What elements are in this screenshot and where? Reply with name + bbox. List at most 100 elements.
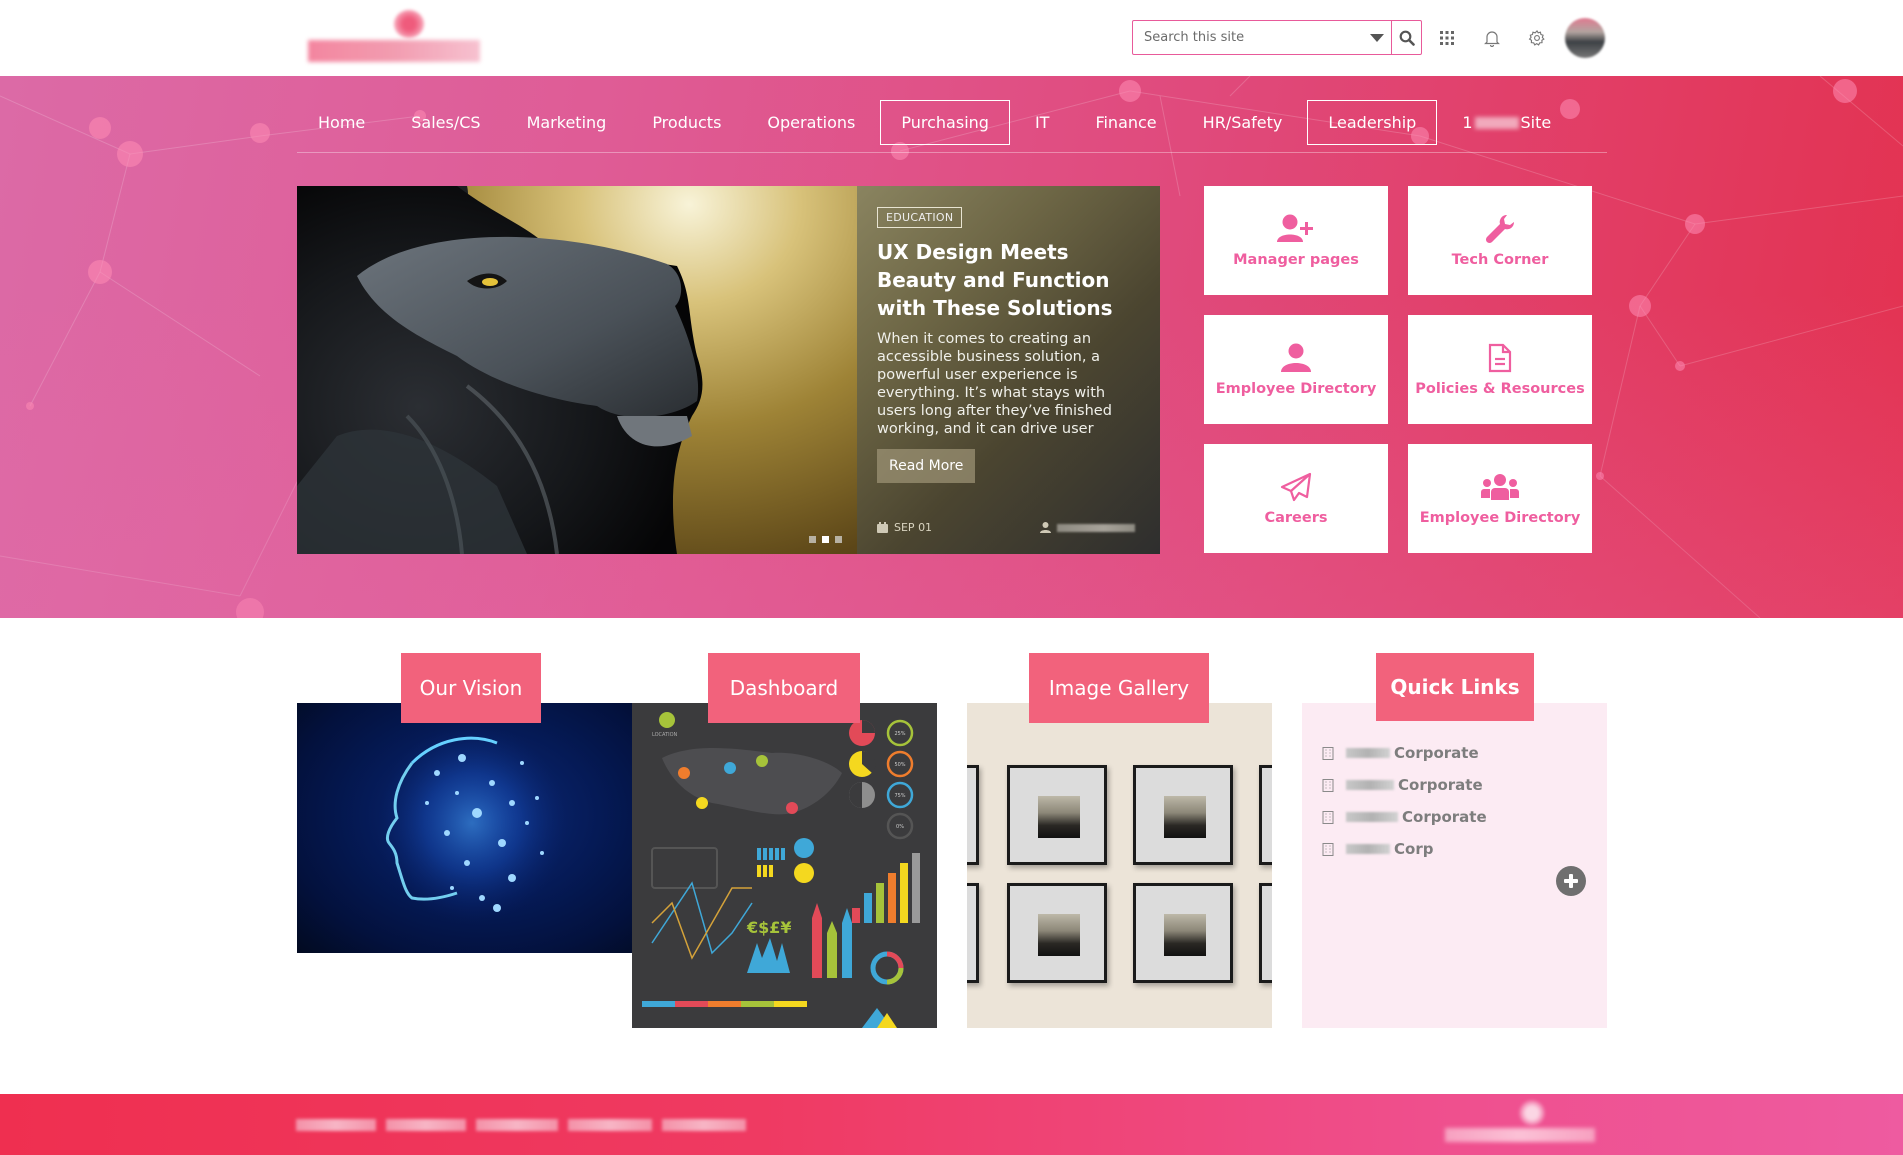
footer-logo-mark (1519, 1100, 1545, 1126)
nav-operations[interactable]: Operations (746, 100, 876, 145)
nav-purchasing[interactable]: Purchasing (880, 99, 1010, 145)
nav-home[interactable]: Home (297, 100, 386, 145)
post-date: SEP 01 (894, 521, 933, 534)
add-quick-link-button[interactable] (1556, 866, 1586, 896)
infographic-illustration: LOCATION 25% 50% 75% 0% €$£¥ (642, 712, 920, 1028)
slide-text-panel: EDUCATION UX Design Meets Beauty and Fun… (857, 186, 1160, 554)
redacted-text (1346, 780, 1394, 790)
logo-wordmark-blurred (308, 40, 480, 62)
tile-employee-directory-2[interactable]: Employee Directory (1408, 444, 1592, 553)
carousel-dot-1[interactable] (809, 536, 816, 543)
tile-label: Careers (1264, 509, 1328, 526)
nav-finance[interactable]: Finance (1074, 100, 1177, 145)
nav-divider (297, 152, 1607, 153)
picture-frame (967, 765, 979, 865)
quick-link-item[interactable]: Corporate (1322, 801, 1487, 833)
quick-link-item[interactable]: Corporate (1322, 769, 1487, 801)
slide-image-lion[interactable] (297, 186, 857, 554)
site-header (0, 0, 1903, 76)
footer-link-redacted[interactable] (476, 1119, 558, 1131)
nav-sales-cs[interactable]: Sales/CS (390, 100, 501, 145)
lion-illustration (297, 186, 703, 554)
nav-products[interactable]: Products (631, 100, 742, 145)
bell-icon (1484, 31, 1500, 47)
redacted-text (1474, 117, 1519, 129)
site-logo[interactable] (308, 10, 480, 64)
picture-frame (967, 883, 979, 983)
plus-icon (1564, 874, 1578, 888)
user-avatar[interactable] (1565, 18, 1605, 58)
building-icon (1322, 746, 1334, 760)
pct-label: 50% (894, 762, 905, 768)
notifications-button[interactable] (1478, 24, 1506, 52)
currency-symbols: €$£¥ (746, 918, 792, 937)
carousel-dot-3[interactable] (835, 536, 842, 543)
search-scope-dropdown[interactable] (1363, 21, 1391, 54)
app-launcher-button[interactable] (1433, 24, 1461, 52)
nav-site[interactable]: 1 Site (1441, 100, 1572, 145)
author-name-redacted (1057, 523, 1135, 532)
read-more-button[interactable]: Read More (877, 449, 976, 483)
quick-link-item[interactable]: Corp (1322, 833, 1487, 865)
footer-link-redacted[interactable] (386, 1119, 466, 1131)
redacted-text (1346, 748, 1390, 758)
tile-policies-resources[interactable]: Policies & Resources (1408, 315, 1592, 424)
image-gallery-heading[interactable]: Image Gallery (1029, 653, 1209, 723)
footer-logo[interactable] (1445, 1100, 1595, 1148)
footer-link-redacted[interactable] (662, 1119, 746, 1131)
picture-frame (1133, 883, 1233, 983)
picture-frame (1133, 765, 1233, 865)
footer-link-redacted[interactable] (296, 1119, 376, 1131)
building-icon (1322, 778, 1334, 792)
search-button[interactable] (1391, 21, 1421, 54)
slide-excerpt: When it comes to creating an accessible … (877, 331, 1112, 437)
calendar-icon (877, 522, 888, 533)
footer-links (296, 1119, 746, 1131)
category-tag[interactable]: EDUCATION (877, 207, 963, 228)
tile-careers[interactable]: Careers (1204, 444, 1388, 553)
nav-hr-safety[interactable]: HR/Safety (1182, 100, 1304, 145)
nav-leadership[interactable]: Leadership (1307, 99, 1438, 145)
gear-icon (1528, 29, 1545, 46)
pct-label: 25% (894, 731, 905, 737)
quick-link-label: Corporate (1402, 808, 1487, 826)
our-vision-heading[interactable]: Our Vision (401, 653, 541, 723)
slide-title[interactable]: UX Design Meets Beauty and Function with… (877, 238, 1140, 322)
carousel-dot-2[interactable] (822, 536, 829, 543)
quick-link-label: Corporate (1398, 776, 1483, 794)
quick-links-heading: Quick Links (1376, 653, 1534, 721)
quick-links-panel: Quick Links Corporate Corporate Corporat… (1302, 653, 1607, 1028)
picture-frame (1259, 765, 1272, 865)
nav-marketing[interactable]: Marketing (506, 100, 628, 145)
author-icon (1040, 522, 1051, 533)
gallery-image[interactable] (967, 703, 1272, 1028)
tile-tech-corner[interactable]: Tech Corner (1408, 186, 1592, 295)
search-input[interactable] (1133, 21, 1363, 54)
hero-band: Home Sales/CS Marketing Products Operati… (0, 76, 1903, 618)
caret-down-icon (1370, 33, 1384, 42)
settings-button[interactable] (1523, 24, 1551, 52)
nav-site-suffix: Site (1520, 112, 1552, 132)
user-plus-icon (1277, 214, 1313, 242)
site-footer (0, 1094, 1903, 1155)
nav-it[interactable]: IT (1014, 100, 1071, 145)
main-nav: Home Sales/CS Marketing Products Operati… (297, 92, 1607, 152)
quick-link-item[interactable]: Corporate (1322, 737, 1487, 769)
footer-link-redacted[interactable] (568, 1119, 652, 1131)
footer-logo-wordmark-blurred (1445, 1128, 1595, 1142)
pct-label: 75% (894, 793, 905, 799)
dashboard-heading[interactable]: Dashboard (708, 653, 860, 723)
quick-link-label: Corporate (1394, 744, 1479, 762)
vision-image[interactable] (297, 703, 632, 953)
tile-manager-pages[interactable]: Manager pages (1204, 186, 1388, 295)
paper-plane-icon (1280, 472, 1312, 501)
building-icon (1322, 842, 1334, 856)
tile-label: Employee Directory (1215, 380, 1377, 397)
dashboard-infographic-image[interactable]: LOCATION 25% 50% 75% 0% €$£¥ (632, 703, 937, 1028)
carousel-pagination (809, 536, 842, 543)
picture-frame (1007, 883, 1107, 983)
tile-employee-directory[interactable]: Employee Directory (1204, 315, 1388, 424)
logo-mark (394, 10, 424, 38)
picture-frame (1007, 765, 1107, 865)
tile-label: Employee Directory (1419, 509, 1581, 526)
